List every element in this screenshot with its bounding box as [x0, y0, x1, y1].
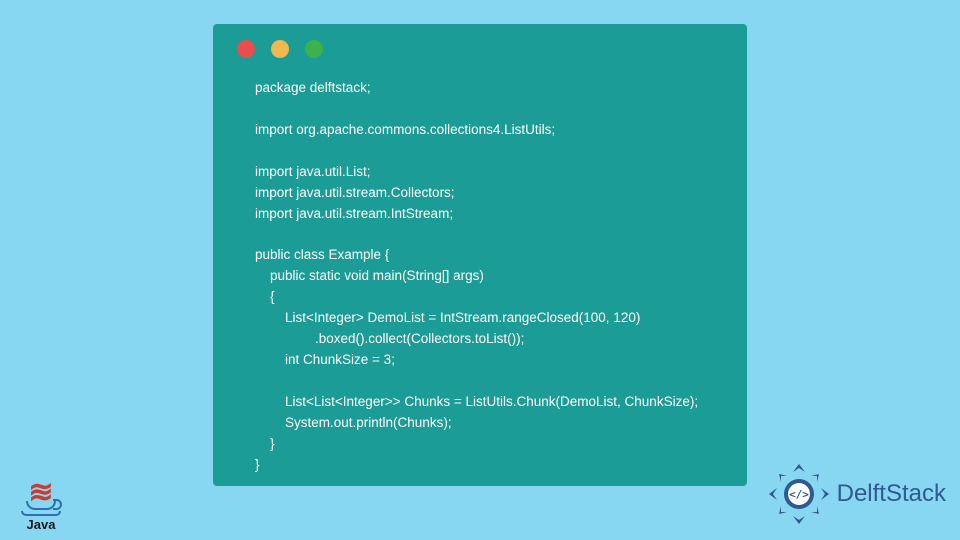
close-dot[interactable]	[237, 40, 255, 58]
code-window: package delftstack; import org.apache.co…	[213, 24, 747, 486]
java-logo-text: Java	[27, 517, 56, 532]
java-saucer-icon	[21, 511, 61, 516]
delftstack-logo: </> DelftStack	[767, 462, 946, 526]
window-controls	[213, 24, 747, 66]
delftstack-badge-icon: </>	[767, 462, 831, 526]
delftstack-logo-text: DelftStack	[837, 480, 946, 508]
maximize-dot[interactable]	[305, 40, 323, 58]
code-content: package delftstack; import org.apache.co…	[213, 66, 747, 496]
java-cup-icon	[26, 501, 56, 510]
minimize-dot[interactable]	[271, 40, 289, 58]
java-logo: ≋ Java	[14, 458, 68, 532]
java-steam-icon: ≋	[28, 482, 53, 503]
svg-text:</>: </>	[789, 488, 809, 501]
